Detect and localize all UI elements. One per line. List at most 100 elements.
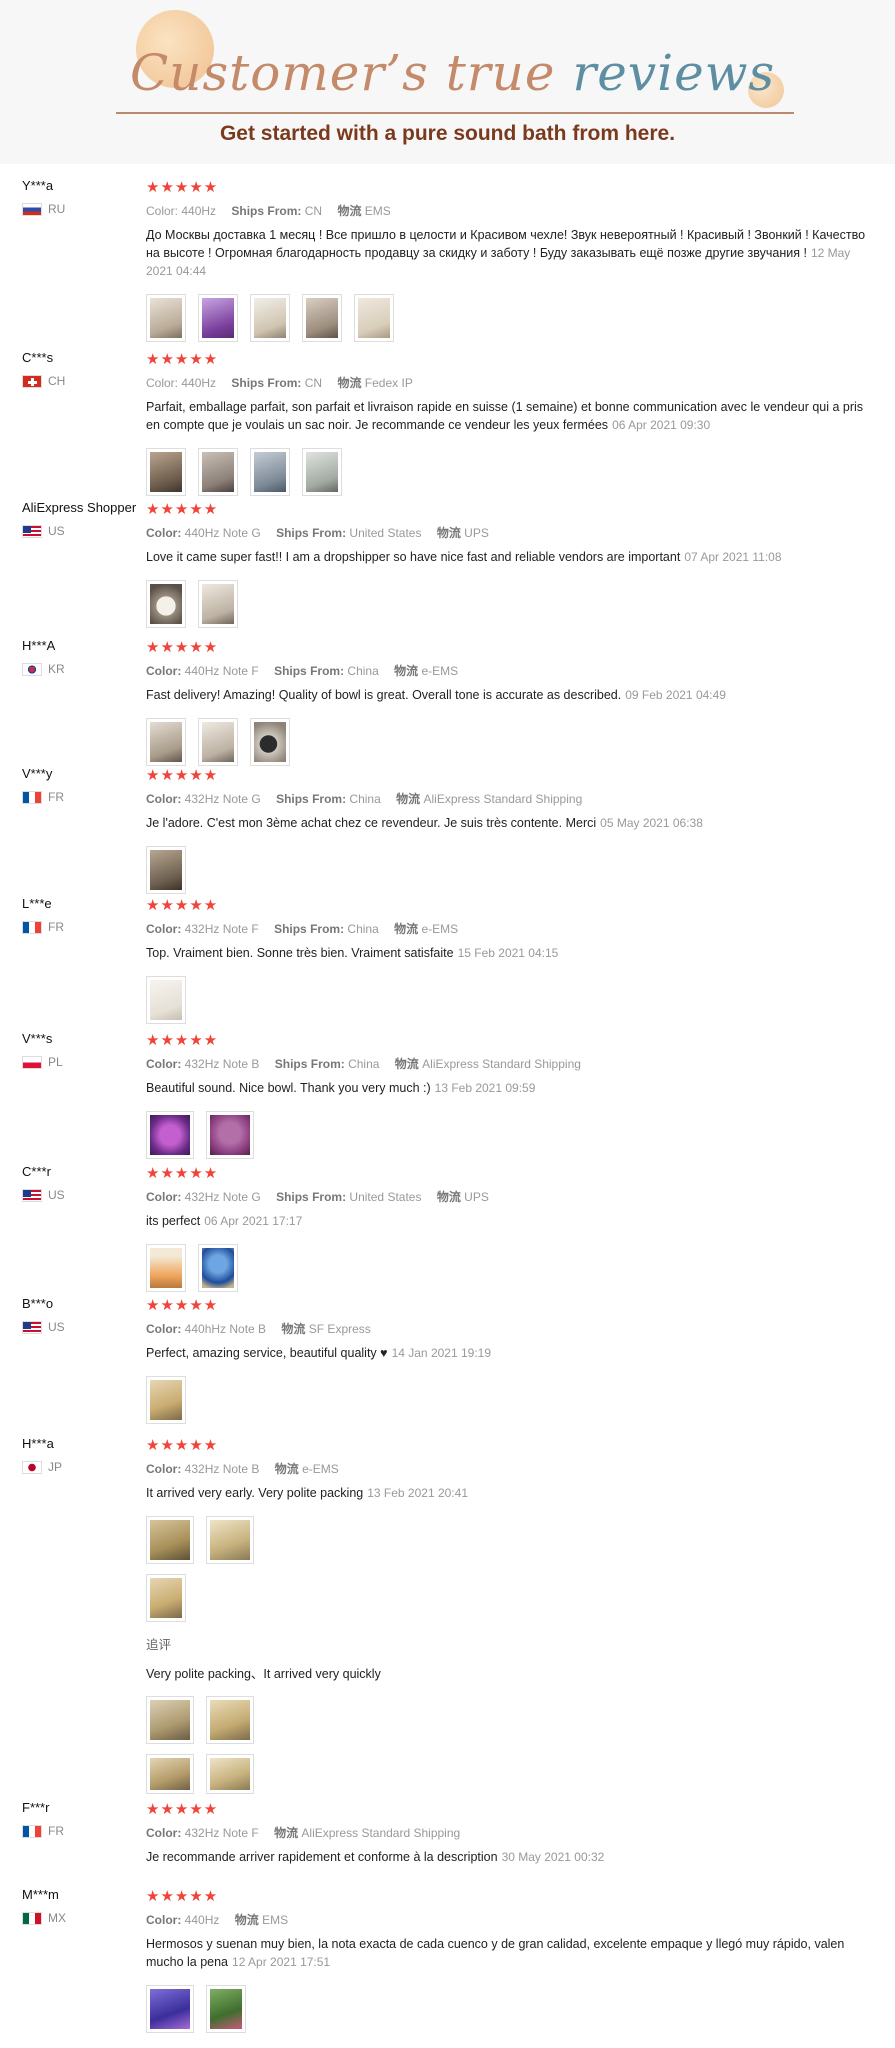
meta-value: EMS [262,1913,289,1927]
meta-key: 物流 [394,664,419,678]
flag-kr-icon [22,662,42,676]
review-thumbnail[interactable] [146,1516,194,1564]
review-date: 09 Feb 2021 04:49 [625,688,726,702]
review-thumbnail[interactable] [250,718,290,766]
meta-value: EMS [364,204,391,218]
review-thumbnail[interactable] [206,1985,246,2033]
review-thumbnail[interactable] [146,580,186,628]
review-images [146,294,866,342]
review-thumbnail[interactable] [302,294,342,342]
banner-title: Customer’s true reviews [130,44,780,102]
bowl-photo [202,722,234,762]
review-thumbnail[interactable] [146,976,186,1024]
review-thumbnail[interactable] [146,1111,194,1159]
review-thumbnail[interactable] [198,718,238,766]
review-thumbnail[interactable] [198,1244,238,1292]
bowl-photo [254,722,286,762]
review-text: Je recommande arriver rapidement et conf… [146,1848,866,1866]
meta-key: Ships From: [231,376,302,390]
star-rating: ★★★★★ [146,1297,219,1314]
review-thumbnail[interactable] [302,448,342,496]
review-text: Fast delivery! Amazing! Quality of bowl … [146,686,866,704]
review-thumbnail[interactable] [146,1574,186,1622]
title-word: Customer’s [130,44,429,102]
review-date: 13 Feb 2021 20:41 [367,1486,468,1500]
review-thumbnail[interactable] [354,294,394,342]
bowl-photo [254,298,286,338]
review-meta: Color: 432Hz Note F 物流 AliExpress Standa… [146,1824,866,1842]
review-body: It arrived very early. Very polite packi… [146,1486,364,1500]
title-word: true [445,44,556,102]
reviewer-name: V***s [22,1031,53,1046]
bowl-photo [150,1989,190,2029]
review-thumbnail[interactable] [146,1376,186,1424]
review-date: 15 Feb 2021 04:15 [457,946,559,960]
review-body: its perfect [146,1214,201,1228]
review-thumbnail[interactable] [146,718,186,766]
review-thumbnail[interactable] [206,1516,254,1564]
review-thumbnail[interactable] [146,1985,194,2033]
meta-value: e-EMS [421,664,459,678]
review-date: 07 Apr 2021 11:08 [684,550,782,564]
meta-key: 物流 [337,376,362,390]
review-meta: Color: 440Hz 物流 EMS [146,1911,866,1929]
reviewer-name: H***A [22,638,56,653]
review-thumbnail[interactable] [146,1696,194,1744]
reviewer-name: Y***a [22,178,54,193]
meta-key: Color: [146,664,182,678]
bowl-photo [150,1758,190,1790]
country-code: RU [48,202,66,216]
meta-key: 物流 [396,792,421,806]
meta-key: Color: [146,922,182,936]
review-body: Perfect, amazing service, beautiful qual… [146,1346,388,1360]
review-text: its perfect 06 Apr 2021 17:17 [146,1212,866,1230]
country-code: FR [48,920,64,934]
bowl-photo [358,298,390,338]
review-date: 13 Feb 2021 09:59 [434,1081,536,1095]
review-thumbnail[interactable] [146,1754,194,1794]
review-thumbnail[interactable] [198,580,238,628]
review-thumbnail[interactable] [206,1696,254,1744]
bowl-photo [150,452,182,492]
review-body: Love it came super fast!! I am a dropshi… [146,550,681,564]
review-thumbnail[interactable] [146,448,186,496]
reviewer-country: RU [22,202,65,216]
review-images [146,1696,866,1744]
flag-mx-icon [22,1911,42,1925]
review-thumbnail[interactable] [146,1244,186,1292]
meta-key: 物流 [274,1462,299,1476]
flag-fr-icon [22,790,42,804]
meta-value: SF Express [308,1322,371,1336]
meta-key: Color: [146,1826,182,1840]
review-images [146,1376,866,1424]
meta-key: Color: [146,792,182,806]
review-body: Beautiful sound. Nice bowl. Thank you ve… [146,1081,431,1095]
review-thumbnail[interactable] [146,294,186,342]
meta-value: CN [304,204,323,218]
review-meta: Color: 440Hz Ships From: CN 物流 EMS [146,202,866,220]
review-images [146,580,866,628]
bowl-photo [150,1578,182,1618]
review-thumbnail[interactable] [198,448,238,496]
star-rating: ★★★★★ [146,1801,219,1818]
bowl-photo [150,1520,190,1560]
meta-value: 440hHz Note B [184,1322,267,1336]
bowl-photo [210,1758,250,1790]
reviewer-country: JP [22,1460,62,1474]
meta-value: China [347,922,379,936]
meta-key: Color: [146,1913,182,1927]
meta-key: Ships From: [274,664,345,678]
star-rating: ★★★★★ [146,351,219,368]
review-thumbnail[interactable] [146,846,186,894]
reviewer-name: H***a [22,1436,54,1451]
reviewer-name: F***r [22,1800,50,1815]
bowl-photo [150,1248,182,1288]
meta-value: 432Hz Note F [184,1826,259,1840]
review-thumbnail[interactable] [206,1754,254,1794]
review-thumbnail[interactable] [198,294,238,342]
review-thumbnail[interactable] [250,294,290,342]
review-thumbnail[interactable] [250,448,290,496]
reviewer-country: PL [22,1055,63,1069]
flag-fr-icon [22,920,42,934]
review-thumbnail[interactable] [206,1111,254,1159]
